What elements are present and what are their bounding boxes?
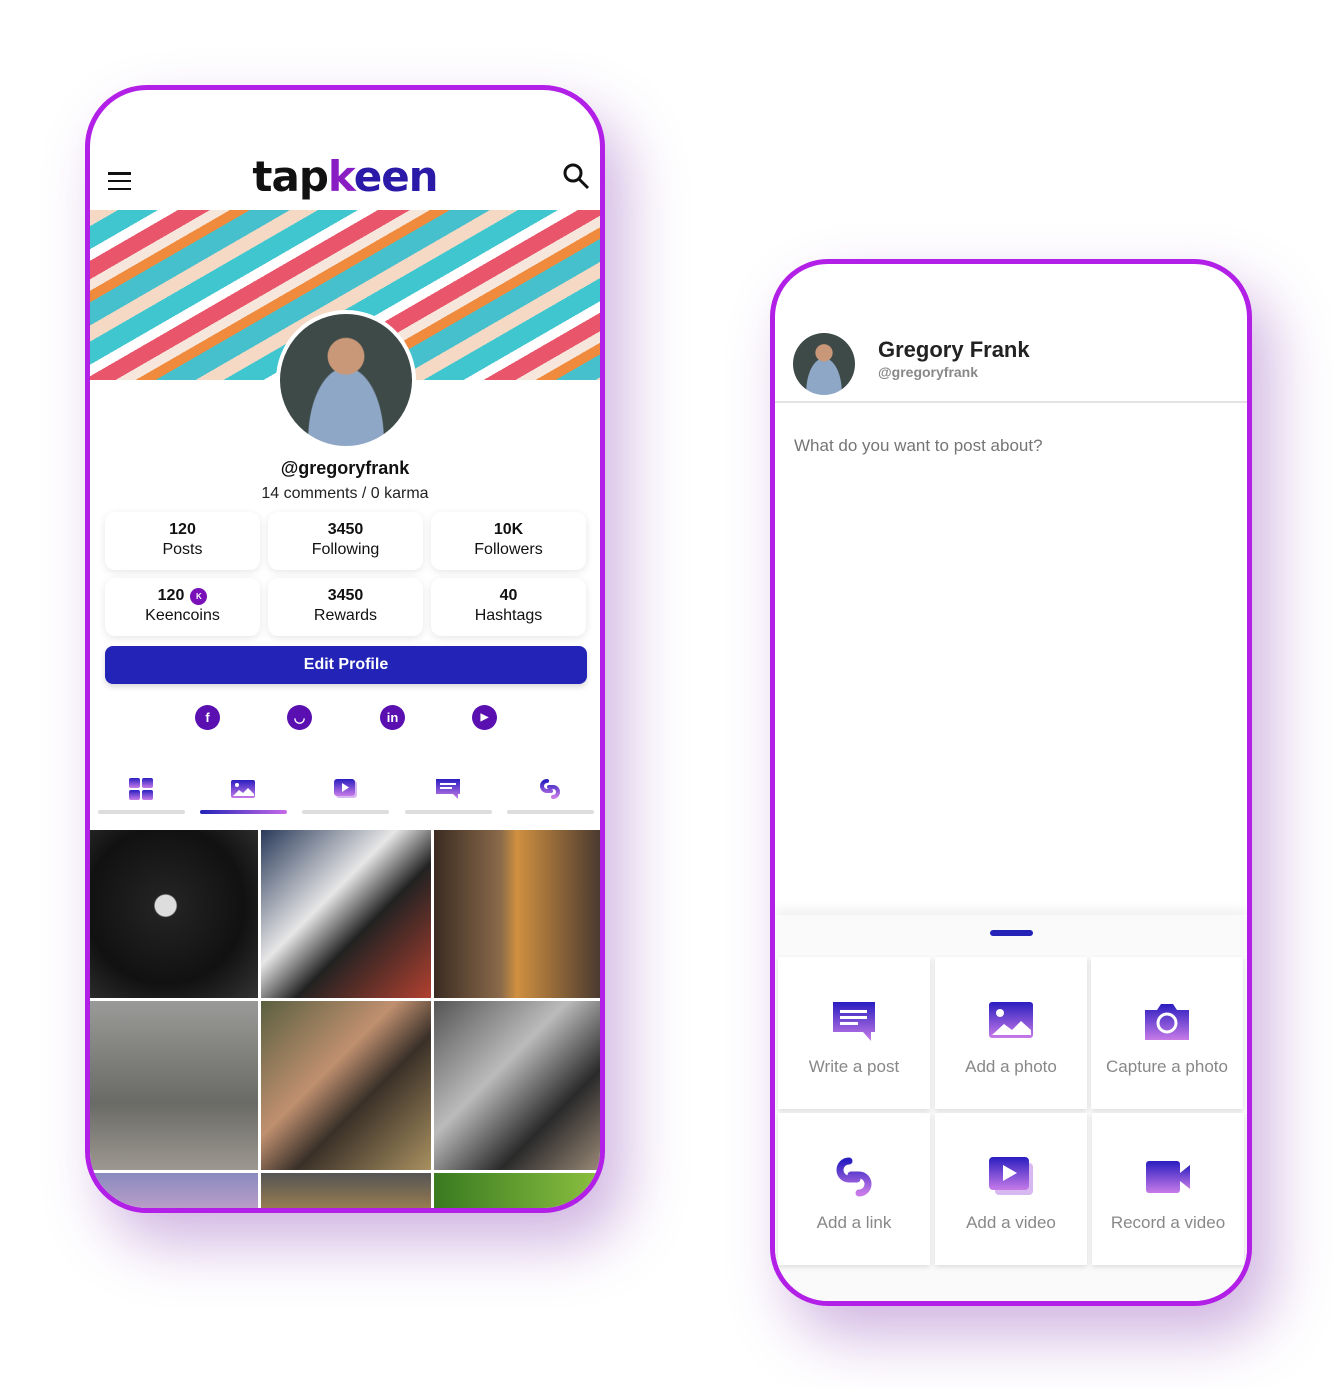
capture-photo-button[interactable]: Capture a photo	[1091, 957, 1243, 1109]
linkedin-icon[interactable]: in	[380, 705, 405, 730]
photo-icon[interactable]	[230, 777, 256, 801]
stat-value: 3450	[327, 521, 364, 538]
action-label: Write a post	[808, 1057, 900, 1076]
compose-phone: Gregory Frank @gregoryfrank Write a post…	[770, 259, 1252, 1306]
add-photo-button[interactable]: Add a photo	[935, 957, 1087, 1109]
tab-posts[interactable]	[405, 810, 492, 814]
photo-thumbnail[interactable]	[90, 1173, 258, 1208]
profile-summary: 14 comments / 0 karma	[261, 485, 429, 502]
search-icon[interactable]	[562, 162, 590, 190]
sheet-handle[interactable]	[990, 930, 1033, 936]
post-input[interactable]	[794, 436, 1234, 456]
tab-grid[interactable]	[98, 810, 185, 814]
stat-hashtags[interactable]: 40 Hashtags	[431, 578, 586, 636]
photo-thumbnail[interactable]	[90, 830, 258, 998]
profile-phone: tapkeen @gregoryfrank 14 comments / 0 ka…	[85, 85, 605, 1213]
avatar[interactable]	[276, 310, 416, 450]
post-icon[interactable]	[435, 777, 461, 801]
photo-thumbnail[interactable]	[261, 1173, 431, 1208]
photo-thumbnail[interactable]	[434, 830, 600, 998]
stat-label: Posts	[162, 541, 203, 558]
stat-label: Followers	[474, 541, 543, 558]
divider	[775, 401, 1247, 403]
stat-value: 120	[157, 587, 185, 604]
stat-value: 40	[499, 587, 518, 604]
photo-thumbnail[interactable]	[434, 1001, 600, 1170]
stat-posts[interactable]: 120 Posts	[105, 512, 260, 570]
tab-photos[interactable]	[200, 810, 287, 814]
reddit-icon[interactable]: ◡	[287, 705, 312, 730]
link-icon	[836, 1157, 872, 1197]
photo-thumbnail[interactable]	[90, 1001, 258, 1170]
camera-icon	[1145, 1004, 1189, 1040]
video-icon[interactable]	[333, 777, 359, 801]
stat-followers[interactable]: 10K Followers	[431, 512, 586, 570]
stat-label: Rewards	[313, 607, 378, 624]
photo-thumbnail[interactable]	[261, 1001, 431, 1170]
stat-keencoins[interactable]: 120 K Keencoins	[105, 578, 260, 636]
action-label: Add a link	[816, 1213, 892, 1232]
message-icon	[833, 1002, 875, 1041]
video-camera-icon	[1146, 1161, 1190, 1193]
video-icon	[989, 1157, 1033, 1195]
facebook-icon[interactable]: f	[195, 705, 220, 730]
stat-following[interactable]: 3450 Following	[268, 512, 423, 570]
action-label: Add a video	[966, 1213, 1056, 1232]
image-icon	[989, 1002, 1033, 1038]
stat-label: Keencoins	[145, 607, 220, 624]
avatar	[793, 333, 855, 395]
user-name: Gregory Frank	[878, 337, 1030, 362]
stat-label: Following	[311, 541, 380, 558]
edit-profile-button[interactable]: Edit Profile	[105, 646, 587, 684]
stat-value: 3450	[327, 587, 364, 604]
photo-thumbnail[interactable]	[261, 830, 431, 998]
action-label: Record a video	[1110, 1213, 1226, 1232]
stat-label: Hashtags	[474, 607, 543, 624]
tab-links[interactable]	[507, 810, 594, 814]
add-video-button[interactable]: Add a video	[935, 1113, 1087, 1265]
user-handle: @gregoryfrank	[878, 364, 979, 380]
stat-value: 10K	[493, 521, 524, 538]
tab-videos[interactable]	[302, 810, 389, 814]
add-link-button[interactable]: Add a link	[778, 1113, 930, 1265]
action-label: Add a photo	[965, 1057, 1057, 1076]
stat-rewards[interactable]: 3450 Rewards	[268, 578, 423, 636]
photo-thumbnail[interactable]	[434, 1173, 600, 1208]
youtube-icon[interactable]: ▶	[472, 705, 497, 730]
tapkeen-logo: tapkeen	[252, 152, 438, 201]
write-post-button[interactable]: Write a post	[778, 957, 930, 1109]
profile-handle: @gregoryfrank	[280, 458, 410, 478]
record-video-button[interactable]: Record a video	[1092, 1113, 1244, 1265]
action-label: Capture a photo	[1106, 1057, 1228, 1076]
stat-value: 120	[169, 521, 196, 538]
link-icon[interactable]	[537, 777, 563, 801]
keencoin-icon: K	[190, 587, 208, 605]
grid-icon[interactable]	[128, 777, 154, 801]
